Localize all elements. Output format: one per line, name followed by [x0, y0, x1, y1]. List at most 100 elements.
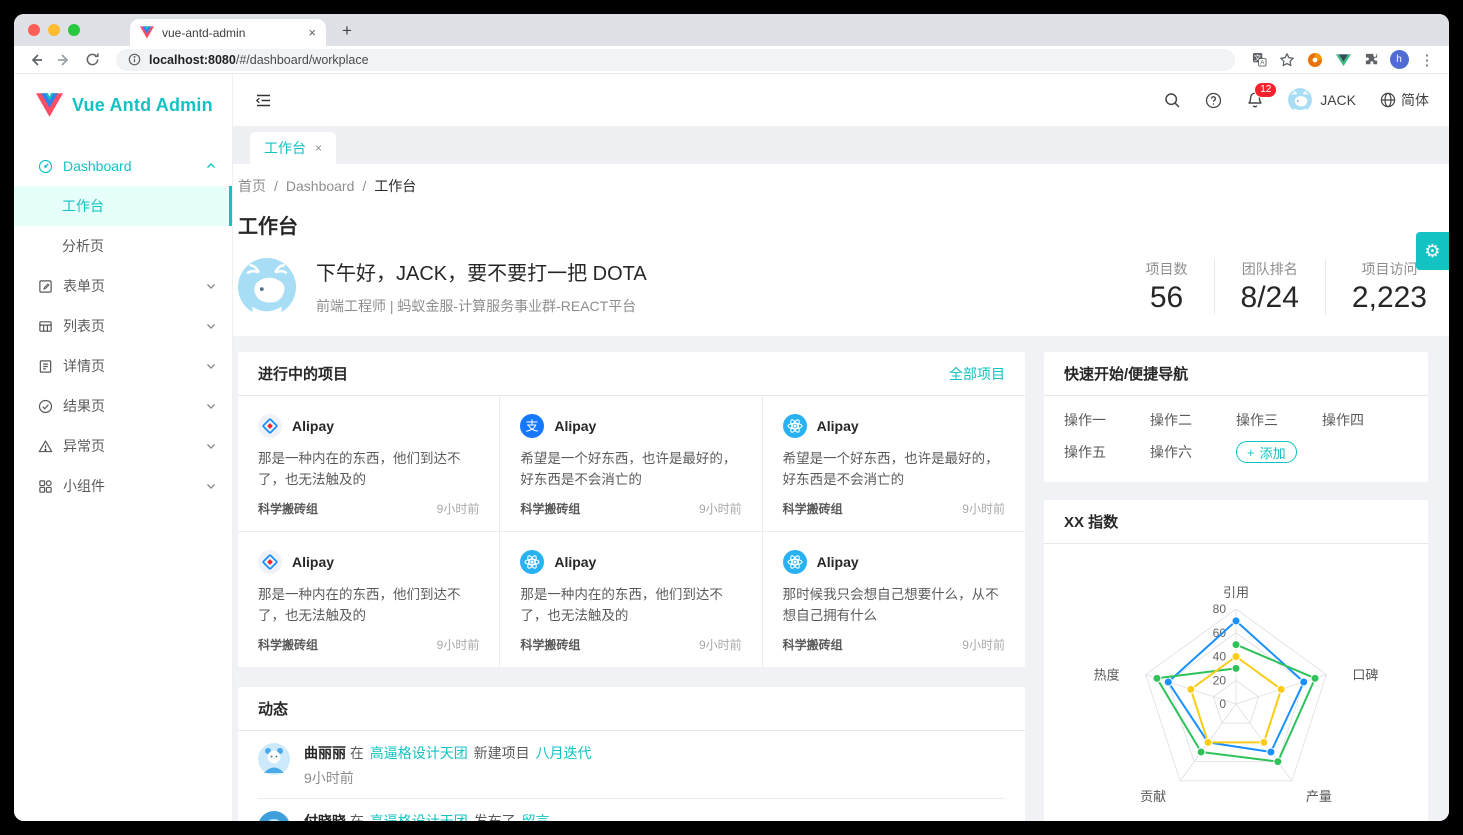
notification-badge: 12: [1254, 82, 1277, 98]
antd-icon: [258, 550, 282, 574]
quicknav-link[interactable]: 操作二: [1150, 404, 1236, 436]
greeting-subtitle: 前端工程师 | 蚂蚁金服-计算服务事业群-REACT平台: [316, 296, 1120, 316]
minimize-window-button[interactable]: [48, 24, 60, 36]
activity-card: 动态 曲丽丽 在: [238, 687, 1025, 821]
maximize-window-button[interactable]: [68, 24, 80, 36]
dashboard-icon: [38, 159, 53, 174]
url-bar[interactable]: localhost:8080/#/dashboard/workplace: [116, 49, 1235, 71]
project-name[interactable]: Alipay: [292, 554, 334, 570]
project-desc: 希望是一个好东西，也许是最好的，好东西是不会消亡的: [520, 448, 741, 490]
quicknav-link[interactable]: 操作五: [1064, 436, 1150, 468]
project-group-link[interactable]: 科学搬砖组: [520, 500, 580, 517]
projects-title: 进行中的项目: [258, 363, 348, 384]
back-icon[interactable]: [24, 48, 48, 72]
sidebar-item-label: Dashboard: [63, 158, 132, 174]
activity-group-link[interactable]: 高逼格设计天团: [370, 745, 468, 761]
sidebar-item-workplace[interactable]: 工作台: [14, 186, 232, 226]
extension-orange-icon[interactable]: [1303, 49, 1327, 71]
project-time: 9小时前: [699, 636, 742, 653]
site-info-icon[interactable]: [128, 53, 141, 66]
tab-close-icon[interactable]: ×: [308, 25, 316, 40]
project-name[interactable]: Alipay: [817, 418, 859, 434]
svg-text:热度: 热度: [1094, 668, 1120, 683]
quicknav-link[interactable]: 操作三: [1236, 404, 1322, 436]
sidebar-item-details[interactable]: 详情页: [14, 346, 232, 386]
project-card[interactable]: Alipay 那是一种内在的东西，他们到达不了，也无法触及的 科学搬砖组9小时前: [238, 532, 500, 667]
reload-icon[interactable]: [80, 48, 104, 72]
vue-favicon-icon: [140, 26, 154, 39]
sidebar-item-analysis[interactable]: 分析页: [14, 226, 232, 266]
breadcrumb-dashboard[interactable]: Dashboard: [286, 178, 355, 194]
project-card[interactable]: Alipay 那时候我只会想自己想要什么，从不想自己拥有什么 科学搬砖组9小时前: [763, 532, 1025, 667]
browser-tab[interactable]: vue-antd-admin ×: [130, 19, 326, 46]
sidebar-item-exceptions[interactable]: 异常页: [14, 426, 232, 466]
sidebar-item-results[interactable]: 结果页: [14, 386, 232, 426]
project-card[interactable]: Alipay 那是一种内在的东西，他们到达不了，也无法触及的 科学搬砖组 9小时前: [500, 532, 762, 667]
project-time: 9小时前: [962, 500, 1005, 517]
project-card[interactable]: Alipay 那是一种内在的东西，他们到达不了，也无法触及的 科学搬砖组9小时前: [238, 396, 500, 532]
project-desc: 那时候我只会想自己想要什么，从不想自己拥有什么: [783, 584, 1005, 626]
project-desc: 希望是一个好东西，也许是最好的，好东西是不会消亡的: [783, 448, 1005, 490]
new-tab-button[interactable]: +: [334, 18, 360, 44]
translate-icon[interactable]: 文A: [1247, 49, 1271, 71]
project-name[interactable]: Alipay: [292, 418, 334, 434]
project-card[interactable]: Alipay 希望是一个好东西，也许是最好的，好东西是不会消亡的 科学搬砖组 9小…: [763, 396, 1025, 532]
sidebar-item-label: 详情页: [63, 356, 105, 376]
breadcrumb-home[interactable]: 首页: [238, 178, 266, 194]
project-name[interactable]: Alipay: [817, 554, 859, 570]
sidebar-item-label: 工作台: [62, 196, 104, 216]
projects-grid: Alipay 那是一种内在的东西，他们到达不了，也无法触及的 科学搬砖组 9小时前…: [238, 396, 1025, 667]
list-item: 曲丽丽 在 高逼格设计天团 新建项目 八月迭代 9小时前: [258, 731, 1005, 799]
svg-text:口碑: 口碑: [1352, 668, 1378, 683]
tab-workplace[interactable]: 工作台 ×: [250, 132, 336, 164]
all-projects-link[interactable]: 全部项目: [949, 364, 1005, 384]
sidebar-item-label: 列表页: [63, 316, 105, 336]
detail-icon: [38, 359, 53, 374]
page-content: 首页/Dashboard/工作台 工作台 下午好，JACK，要不要打一把 DOT…: [233, 164, 1449, 821]
bookmark-star-icon[interactable]: [1275, 49, 1299, 71]
sidebar-menu: Dashboard 工作台 分析页 表单页: [14, 136, 232, 506]
vue-devtools-icon[interactable]: [1331, 49, 1355, 71]
close-window-button[interactable]: [28, 24, 40, 36]
quicknav-link[interactable]: 操作四: [1322, 404, 1408, 436]
sidebar-item-dashboard[interactable]: Dashboard: [14, 146, 232, 186]
project-group-link[interactable]: 科学搬砖组: [520, 636, 580, 653]
sidebar-item-widgets[interactable]: 小组件: [14, 466, 232, 506]
stat-label: 项目数: [1146, 259, 1188, 279]
project-group-link[interactable]: 科学搬砖组: [258, 500, 318, 517]
project-card[interactable]: 支 Alipay 希望是一个好东西，也许是最好的，好东西是不会消亡的 科学搬砖组…: [500, 396, 762, 532]
app-logo[interactable]: Vue Antd Admin: [14, 74, 232, 136]
browser-profile-avatar[interactable]: h: [1387, 49, 1411, 71]
extensions-puzzle-icon[interactable]: [1359, 49, 1383, 71]
settings-drawer-button[interactable]: ⚙: [1416, 232, 1449, 270]
project-name[interactable]: Alipay: [554, 554, 596, 570]
activity-target-link[interactable]: 八月迭代: [536, 745, 592, 761]
user-menu[interactable]: JACK: [1288, 88, 1356, 112]
tab-close-icon[interactable]: ×: [315, 141, 322, 155]
quicknav-link[interactable]: 操作六: [1150, 436, 1236, 468]
browser-tab-strip: vue-antd-admin × +: [14, 14, 1449, 46]
language-switcher[interactable]: 简体: [1380, 90, 1429, 110]
help-icon[interactable]: [1205, 92, 1222, 109]
project-group-link[interactable]: 科学搬砖组: [783, 500, 843, 517]
project-desc: 那是一种内在的东西，他们到达不了，也无法触及的: [520, 584, 741, 626]
browser-menu-icon[interactable]: ⋮: [1415, 49, 1439, 71]
project-group-link[interactable]: 科学搬砖组: [783, 636, 843, 653]
project-group-link[interactable]: 科学搬砖组: [258, 636, 318, 653]
bell-icon[interactable]: 12: [1246, 91, 1264, 109]
search-icon[interactable]: [1164, 92, 1181, 109]
sidebar-item-forms[interactable]: 表单页: [14, 266, 232, 306]
activity-group-link[interactable]: 高逼格设计天团: [370, 813, 468, 821]
svg-text:40: 40: [1213, 650, 1227, 664]
menu-fold-icon[interactable]: [247, 84, 279, 116]
page-title: 工作台: [238, 210, 1427, 239]
activity-target-link[interactable]: 留言: [522, 813, 550, 821]
add-button[interactable]: +添加: [1236, 441, 1297, 463]
project-name[interactable]: Alipay: [554, 418, 596, 434]
quicknav-link[interactable]: 操作一: [1064, 404, 1150, 436]
forward-icon[interactable]: [52, 48, 76, 72]
user-name: JACK: [1320, 92, 1356, 108]
sidebar-item-lists[interactable]: 列表页: [14, 306, 232, 346]
svg-text:A: A: [1260, 60, 1265, 67]
user-avatar-large: [238, 258, 296, 316]
